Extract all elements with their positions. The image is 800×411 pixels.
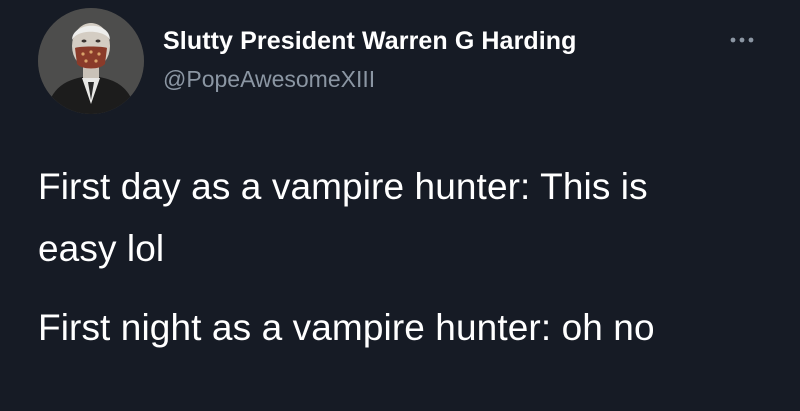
avatar-portrait-icon: [38, 8, 144, 114]
tweet-text-line: easy lol: [38, 228, 165, 269]
user-avatar[interactable]: [38, 8, 144, 114]
tweet-text-line: First night as a vampire hunter: oh no: [38, 307, 655, 348]
author-display-name[interactable]: Slutty President Warren G Harding: [163, 27, 577, 56]
author-handle[interactable]: @PopeAwesomeXIII: [163, 66, 375, 93]
tweet-card: Slutty President Warren G Harding @PopeA…: [0, 0, 800, 411]
more-options-icon: [730, 37, 754, 43]
tweet-text-line: First day as a vampire hunter: This is: [38, 166, 648, 207]
more-options-button[interactable]: [722, 24, 762, 56]
